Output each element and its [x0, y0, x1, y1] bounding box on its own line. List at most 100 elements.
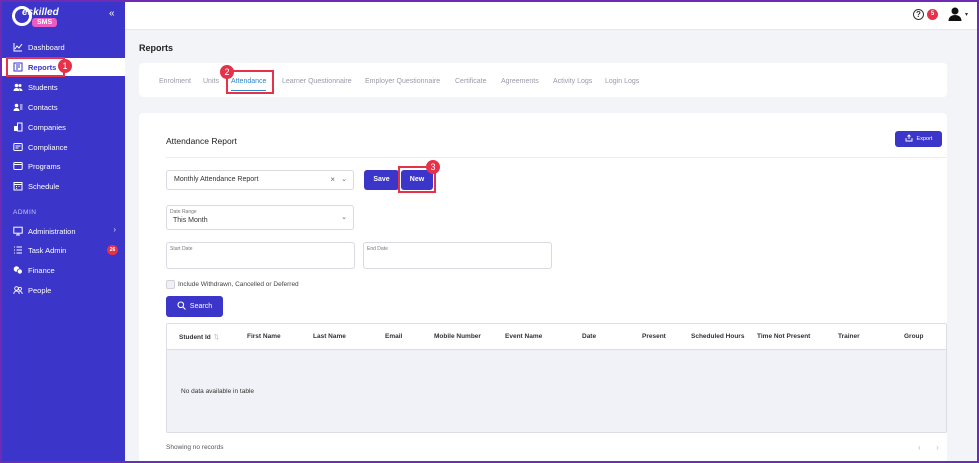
- task-count-badge: 26: [107, 245, 118, 255]
- include-withdrawn-checkbox[interactable]: [166, 280, 175, 289]
- sidebar-item-label: Compliance: [28, 142, 68, 152]
- column-header-event-name[interactable]: Event Name: [505, 333, 542, 340]
- sidebar-item-companies[interactable]: Companies: [0, 118, 125, 136]
- saved-report-select[interactable]: Monthly Attendance Report × ⌄: [166, 170, 354, 190]
- chart-line-icon: [13, 42, 23, 52]
- column-header-trainer[interactable]: Trainer: [838, 333, 860, 340]
- admin-section-heading: ADMIN: [13, 209, 37, 216]
- date-range-label: Date Range: [170, 209, 197, 215]
- empty-table-message: No data available in table: [181, 388, 254, 395]
- user-avatar-icon[interactable]: [947, 6, 963, 22]
- sidebar-item-contacts[interactable]: Contacts: [0, 98, 125, 116]
- sidebar-item-task-admin[interactable]: Task Admin 26: [0, 241, 125, 259]
- search-label: Search: [189, 303, 213, 310]
- start-date-label: Start Date: [170, 246, 193, 252]
- callout-step-1: 1: [58, 59, 72, 73]
- table-header: Student Id ⇅ First Name Last Name Email M…: [167, 324, 946, 350]
- column-header-group[interactable]: Group: [904, 333, 924, 340]
- eskilled-logo[interactable]: eskilled SMS: [12, 6, 64, 28]
- next-page-icon[interactable]: ›: [936, 443, 939, 452]
- report-title: Attendance Report: [166, 136, 237, 146]
- previous-page-icon[interactable]: ‹: [918, 443, 921, 452]
- search-button[interactable]: Search: [166, 296, 223, 317]
- column-header-present[interactable]: Present: [642, 333, 666, 340]
- compliance-icon: [13, 142, 23, 152]
- include-withdrawn-label: Include Withdrawn, Cancelled or Deferred: [178, 281, 299, 288]
- help-icon[interactable]: ?: [913, 9, 924, 20]
- tab-activity-logs[interactable]: Activity Logs: [553, 78, 592, 85]
- column-header-time-not-present[interactable]: Time Not Present: [757, 333, 810, 340]
- sidebar-item-label: Contacts: [28, 102, 58, 112]
- column-header-first-name[interactable]: First Name: [247, 333, 281, 340]
- tab-employer-questionnaire[interactable]: Employer Questionnaire: [365, 78, 440, 85]
- monitor-icon: [13, 226, 23, 236]
- chevron-right-icon: ›: [113, 225, 116, 234]
- students-icon: [13, 82, 23, 92]
- sidebar-item-administration[interactable]: Administration ›: [0, 222, 125, 240]
- saved-report-value: Monthly Attendance Report: [174, 176, 259, 183]
- new-button[interactable]: New: [401, 170, 433, 190]
- logo-word: eskilled: [22, 7, 59, 18]
- report-icon: [13, 62, 23, 72]
- sidebar-item-label: People: [28, 285, 52, 295]
- tab-attendance[interactable]: Attendance: [231, 78, 267, 91]
- logo-sms-badge: SMS: [32, 18, 58, 27]
- sidebar-item-label: Companies: [28, 122, 66, 132]
- export-label: Export: [916, 136, 933, 142]
- column-header-student-id[interactable]: Student Id ⇅: [179, 333, 219, 341]
- callout-step-3: 3: [426, 160, 440, 174]
- clear-icon[interactable]: ×: [330, 171, 335, 189]
- sidebar-item-label: Finance: [28, 265, 55, 275]
- finance-icon: [13, 265, 23, 275]
- records-count: Showing no records: [166, 444, 224, 451]
- programs-icon: [13, 161, 23, 171]
- tab-enrolment[interactable]: Enrolment: [159, 78, 191, 85]
- column-header-scheduled-hours[interactable]: Scheduled Hours: [691, 333, 744, 340]
- sidebar-item-students[interactable]: Students: [0, 78, 125, 96]
- search-icon: [177, 301, 186, 312]
- attendance-table: Student Id ⇅ First Name Last Name Email M…: [166, 323, 947, 433]
- top-bar: ? 5 ▾: [125, 0, 979, 30]
- sidebar-item-label: Students: [28, 82, 58, 92]
- sidebar-item-compliance[interactable]: Compliance: [0, 138, 125, 156]
- tab-agreements[interactable]: Agreements: [501, 78, 539, 85]
- sidebar-item-finance[interactable]: Finance: [0, 261, 125, 279]
- companies-icon: [13, 122, 23, 132]
- start-date-field[interactable]: Start Date: [166, 242, 355, 269]
- sidebar-item-label: Administration: [28, 226, 76, 236]
- chevron-down-icon: ⌄: [341, 176, 347, 183]
- people-icon: [13, 285, 23, 295]
- column-header-email[interactable]: Email: [385, 333, 402, 340]
- date-range-select[interactable]: Date Range This Month ⌄: [166, 205, 354, 230]
- page-title: Reports: [139, 43, 174, 53]
- end-date-field[interactable]: End Date: [363, 242, 552, 269]
- notification-badge[interactable]: 5: [927, 9, 938, 20]
- card-divider: [166, 157, 947, 158]
- tab-certificate[interactable]: Certificate: [455, 78, 487, 85]
- export-button[interactable]: Export: [895, 131, 942, 147]
- chevron-down-icon[interactable]: ▾: [965, 11, 968, 18]
- sidebar-item-schedule[interactable]: Schedule: [0, 177, 125, 195]
- column-header-mobile-number[interactable]: Mobile Number: [434, 333, 481, 340]
- export-icon: [905, 134, 913, 144]
- chevron-down-icon: ⌄: [341, 214, 347, 221]
- sort-icon: ⇅: [213, 334, 220, 341]
- column-header-date[interactable]: Date: [582, 333, 596, 340]
- callout-step-2: 2: [220, 65, 234, 79]
- report-tabs: Enrolment Units Attendance Learner Quest…: [139, 63, 947, 97]
- tab-learner-questionnaire[interactable]: Learner Questionnaire: [282, 78, 352, 85]
- sidebar-item-dashboard[interactable]: Dashboard: [0, 38, 125, 56]
- collapse-sidebar-icon[interactable]: «: [109, 8, 115, 19]
- schedule-icon: [13, 181, 23, 191]
- sidebar-item-label: Dashboard: [28, 42, 65, 52]
- sidebar-item-label: Schedule: [28, 181, 60, 191]
- sidebar-item-programs[interactable]: Programs: [0, 157, 125, 175]
- sidebar-item-label: Programs: [28, 161, 61, 171]
- end-date-label: End Date: [367, 246, 388, 252]
- save-button[interactable]: Save: [364, 170, 399, 190]
- tab-units[interactable]: Units: [203, 78, 219, 85]
- sidebar-item-people[interactable]: People: [0, 281, 125, 299]
- tab-login-logs[interactable]: Login Logs: [605, 78, 639, 85]
- sidebar-item-label: Reports: [28, 62, 57, 72]
- column-header-last-name[interactable]: Last Name: [313, 333, 346, 340]
